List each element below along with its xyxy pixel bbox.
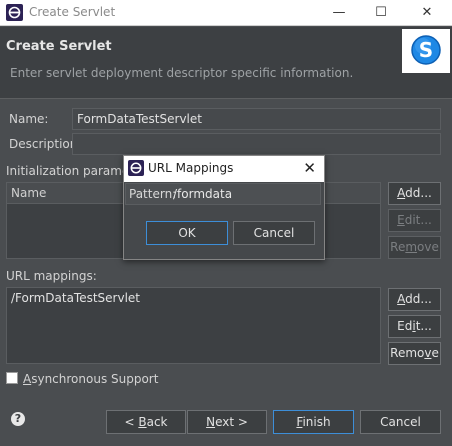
finish-button[interactable]: Finish [273, 410, 354, 434]
back-mnemonic: B [138, 415, 147, 429]
next-mnemonic: N [206, 415, 216, 429]
finish-label-rest: inish [302, 415, 331, 429]
svg-text:S: S [419, 38, 433, 62]
remove-label-pre: Re [390, 240, 406, 254]
url-add-button[interactable]: Add... [388, 288, 441, 311]
dialog-title: URL Mappings [148, 161, 234, 175]
pattern-row: Pattern: /formdata [125, 183, 321, 205]
remove-mnemonic: m [405, 240, 418, 254]
servlet-wizard-logo: S [402, 29, 450, 73]
async-support-label[interactable]: Asynchronous Support [23, 372, 158, 386]
description-field[interactable] [72, 133, 441, 155]
pattern-field[interactable]: /formdata [173, 187, 232, 201]
page-description: Enter servlet deployment descriptor spec… [10, 66, 354, 80]
window-title: Create Servlet [29, 5, 116, 19]
back-label-rest: ack [146, 415, 168, 429]
remove-label-pre: Remo [390, 346, 425, 360]
async-support-checkbox[interactable] [6, 372, 18, 384]
name-field[interactable]: FormDataTestServlet [72, 108, 441, 130]
description-label: Description: [9, 137, 82, 151]
url-mappings-label: URL mappings: [6, 269, 97, 283]
pattern-label: Pattern: [129, 187, 177, 201]
eclipse-app-icon [128, 160, 144, 176]
init-add-button[interactable]: Add... [388, 182, 441, 205]
column-header-name: Name [11, 186, 47, 200]
init-edit-button[interactable]: Edit... [388, 209, 441, 232]
edit-mnemonic: E [397, 213, 405, 227]
dialog-titlebar: URL Mappings ✕ [124, 156, 324, 182]
page-title: Create Servlet [6, 39, 112, 54]
init-remove-button[interactable]: Remove [388, 236, 441, 259]
url-mappings-list[interactable]: /FormDataTestServlet [6, 287, 381, 364]
wizard-header: Create Servlet Enter servlet deployment … [0, 27, 452, 99]
help-icon[interactable]: ? [11, 412, 25, 426]
next-label-rest: ext > [215, 415, 248, 429]
async-label-rest: synchronous Support [31, 372, 159, 386]
edit-label-rest: t... [415, 319, 432, 333]
next-button[interactable]: Next > [187, 410, 267, 434]
s-logo-icon: S [411, 35, 441, 65]
close-window-button[interactable]: ✕ [404, 0, 450, 26]
back-button[interactable]: < Back [106, 410, 186, 434]
minimize-button[interactable]: — [316, 0, 362, 26]
remove-label-rest: e [431, 346, 439, 360]
dialog-cancel-button[interactable]: Cancel [233, 221, 315, 245]
remove-label-rest: ove [417, 240, 439, 254]
list-item[interactable]: /FormDataTestServlet [7, 288, 380, 309]
window-titlebar: Create Servlet — ☐ ✕ [0, 0, 452, 26]
maximize-button[interactable]: ☐ [358, 0, 404, 26]
add-mnemonic: A [397, 186, 406, 200]
close-icon[interactable]: ✕ [303, 159, 316, 177]
name-label: Name: [9, 112, 49, 126]
edit-label-rest: dit... [404, 213, 432, 227]
edit-label-pre: Ed [397, 319, 413, 333]
add-label-rest: dd... [405, 292, 432, 306]
async-mnemonic: A [23, 372, 32, 386]
url-mapping-value: /FormDataTestServlet [11, 291, 141, 305]
url-remove-button[interactable]: Remove [388, 342, 441, 365]
eclipse-app-icon [6, 4, 23, 21]
add-mnemonic: A [397, 292, 406, 306]
url-edit-button[interactable]: Edit... [388, 315, 441, 338]
back-label-pre: < [124, 415, 139, 429]
ok-button[interactable]: OK [146, 221, 228, 245]
url-mappings-dialog: URL Mappings ✕ Pattern: /formdata OK Can… [123, 155, 325, 260]
init-params-label: Initialization paramete [6, 164, 142, 178]
add-label-rest: dd... [405, 186, 432, 200]
cancel-button[interactable]: Cancel [360, 410, 441, 434]
